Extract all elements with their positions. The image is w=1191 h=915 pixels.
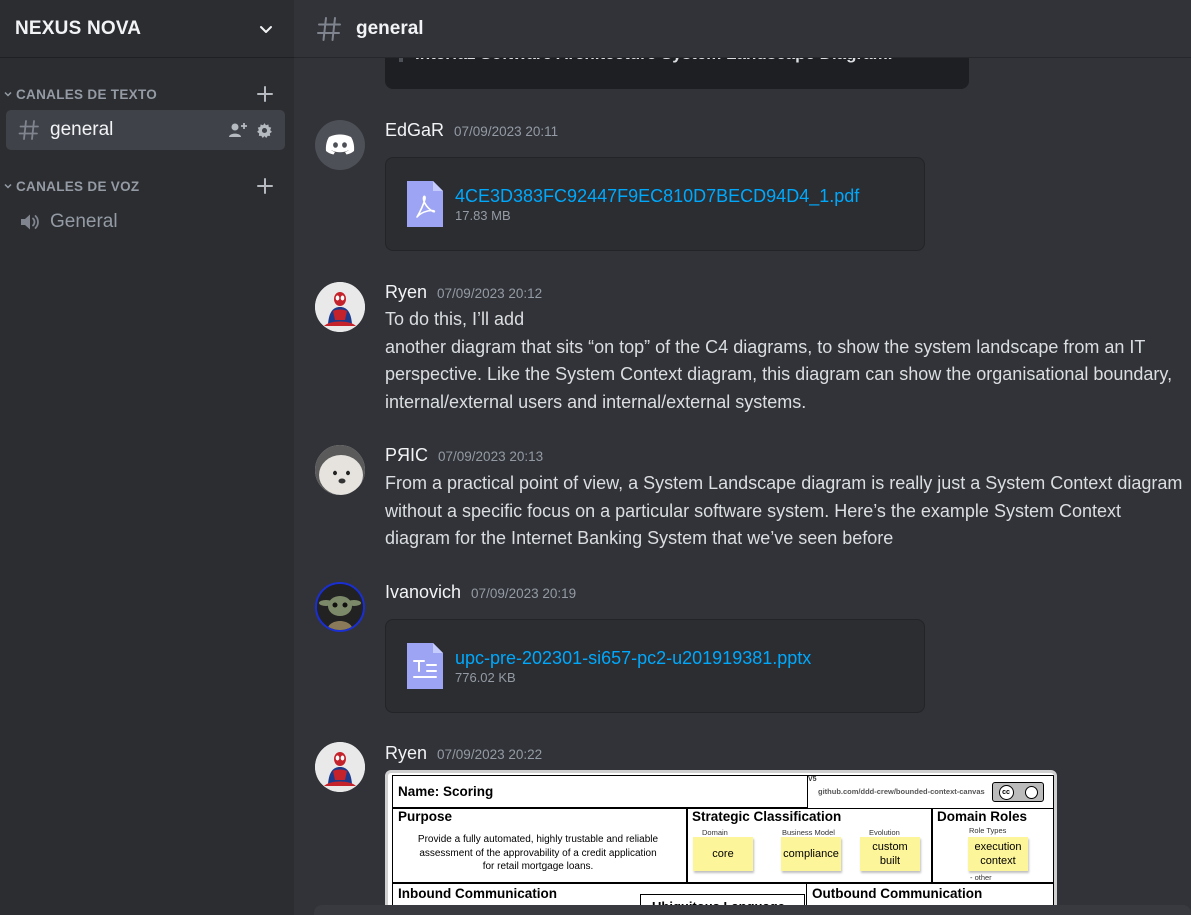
add-channel-icon[interactable]	[256, 177, 274, 195]
inbound-title: Inbound Communication	[398, 886, 557, 901]
bounded-context-canvas-image[interactable]: Name: Scoring V5 github.com/ddd-crew/bou…	[385, 770, 1057, 915]
file-download-link[interactable]: 4CE3D383FC92447F9EC810D7BECD94D4_1.pdf	[455, 186, 859, 207]
server-name: NEXUS NOVA	[15, 17, 142, 39]
chevron-down-icon	[4, 91, 12, 97]
file-attachment: upc-pre-202301-si657-pc2-u201919381.pptx…	[385, 619, 925, 713]
sticky-note: compliance	[781, 837, 841, 871]
add-channel-icon[interactable]	[256, 85, 274, 103]
canvas-version: V5	[808, 776, 817, 783]
avatar[interactable]	[315, 120, 365, 170]
avatar[interactable]	[315, 742, 365, 792]
purpose-title: Purpose	[398, 809, 453, 824]
sticky-note: core	[693, 837, 753, 871]
message-input-bar[interactable]	[314, 905, 1191, 915]
roles-title: Domain Roles	[937, 809, 1028, 824]
sidebar-item-label: General	[50, 211, 118, 232]
file-download-link[interactable]: upc-pre-202301-si657-pc2-u201919381.pptx	[455, 648, 811, 669]
strategic-col-domain: Domain	[702, 828, 728, 837]
channel-sidebar: NEXUS NOVA CANALES DE TEXTO general CANA…	[0, 0, 294, 915]
chevron-down-icon	[4, 183, 12, 189]
spiderman-avatar-icon	[315, 282, 365, 332]
sticky-note: custom built	[860, 837, 920, 871]
sticky-note: execution context	[968, 837, 1028, 871]
category-text-channels[interactable]: CANALES DE TEXTO	[0, 82, 294, 106]
message-text: To do this, I’ll add another diagram tha…	[385, 309, 1173, 412]
canvas-name: Name: Scoring	[398, 784, 494, 799]
spiderman-avatar-icon	[315, 742, 365, 792]
message-author[interactable]: PЯIC	[385, 445, 428, 466]
file-size: 776.02 KB	[455, 669, 516, 685]
message-text: From a practical point of view, a System…	[385, 473, 1183, 548]
message-timestamp: 07/09/2023 20:13	[438, 449, 544, 464]
chevron-down-icon	[260, 25, 272, 33]
cc-icon: cc	[998, 784, 1014, 800]
document-file-icon	[407, 643, 443, 689]
license-badge: cc	[992, 782, 1044, 802]
message-author[interactable]: Ryen	[385, 743, 427, 764]
file-attachment: 4CE3D383FC92447F9EC810D7BECD94D4_1.pdf 1…	[385, 157, 925, 251]
gear-icon[interactable]	[256, 122, 273, 139]
message-author[interactable]: Ryen	[385, 282, 427, 303]
channel-title: general	[356, 17, 424, 39]
category-voice-channels[interactable]: CANALES DE VOZ	[0, 174, 294, 198]
roles-other: - other	[970, 873, 992, 882]
strategic-title: Strategic Classification	[692, 809, 842, 824]
avatar[interactable]	[315, 582, 365, 632]
by-icon	[1024, 785, 1038, 799]
invite-user-icon[interactable]	[228, 121, 248, 139]
avatar[interactable]	[315, 445, 365, 495]
roles-subtitle: Role Types	[969, 826, 1007, 835]
server-header[interactable]: NEXUS NOVA	[0, 0, 294, 58]
dog-avatar-icon	[315, 445, 365, 495]
message-author[interactable]: Ivanovich	[385, 582, 461, 603]
avatar[interactable]	[315, 282, 365, 332]
hashtag-icon	[18, 120, 39, 140]
message-timestamp: 07/09/2023 20:19	[471, 586, 577, 601]
category-label: CANALES DE VOZ	[16, 178, 140, 194]
sidebar-item-label: general	[50, 119, 114, 140]
message-timestamp: 07/09/2023 20:11	[454, 124, 559, 139]
canvas-repo: github.com/ddd-crew/bounded-context-canv…	[818, 787, 985, 796]
channel-header: general	[294, 0, 1191, 58]
sidebar-item-voice-general[interactable]: General	[6, 202, 285, 242]
category-label: CANALES DE TEXTO	[16, 86, 158, 102]
strategic-col-evolution: Evolution	[869, 828, 900, 837]
character-avatar-icon	[317, 584, 363, 630]
discord-logo-icon	[325, 134, 355, 155]
purpose-text: Provide a fully automated, highly trusta…	[417, 834, 659, 872]
message-timestamp: 07/09/2023 20:22	[437, 747, 543, 762]
sidebar-item-general[interactable]: general	[6, 110, 285, 150]
strategic-col-business-model: Business Model	[782, 828, 835, 837]
hashtag-icon	[317, 16, 341, 41]
message-author[interactable]: EdGaR	[385, 120, 444, 141]
message-timestamp: 07/09/2023 20:12	[437, 286, 543, 301]
chat-area: Interfaz Software Architecture System La…	[294, 0, 1191, 915]
outbound-title: Outbound Communication	[812, 886, 983, 901]
pdf-file-icon	[407, 181, 443, 227]
file-size: 17.83 MB	[455, 207, 511, 223]
speaker-icon	[21, 214, 39, 230]
